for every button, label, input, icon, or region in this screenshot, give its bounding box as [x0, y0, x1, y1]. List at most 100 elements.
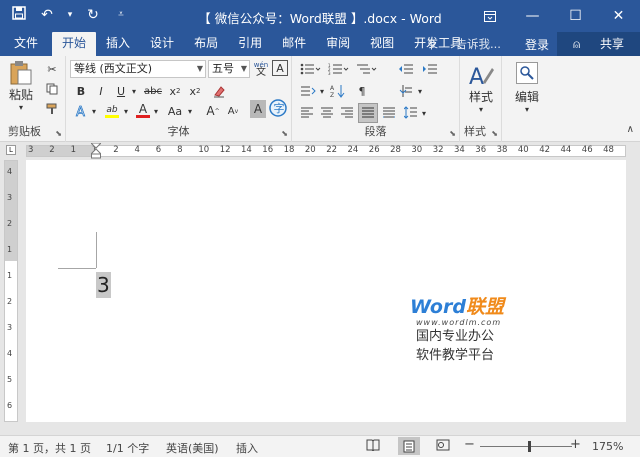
font-size-combo[interactable]: 五号 ▼ — [208, 60, 250, 78]
ruler-number: 6 — [155, 145, 162, 155]
tab-design[interactable]: 设计 — [140, 32, 184, 56]
decrease-indent-icon[interactable] — [396, 60, 416, 78]
collapse-ribbon-icon[interactable]: ∧ — [627, 124, 634, 135]
line-spacing-dropdown-icon[interactable]: ▾ — [420, 104, 428, 122]
tab-home[interactable]: 开始 — [52, 32, 97, 56]
selected-text[interactable]: 3 — [96, 272, 111, 298]
insert-mode[interactable]: 插入 — [236, 440, 258, 456]
ruler-number: 8 — [177, 145, 183, 155]
document-page[interactable] — [26, 160, 626, 422]
subscript-button[interactable]: x2 — [166, 82, 184, 100]
svg-text:A: A — [469, 65, 484, 88]
page-count[interactable]: 第 1 页，共 1 页 — [8, 440, 91, 456]
tab-layout[interactable]: 布局 — [184, 32, 228, 56]
svg-text:A: A — [330, 85, 335, 92]
paste-label: 粘贴 — [8, 88, 33, 102]
font-launcher-icon[interactable]: ⬊ — [281, 129, 288, 138]
underline-button[interactable]: U — [112, 82, 130, 100]
italic-button[interactable]: I — [92, 82, 110, 100]
tab-view[interactable]: 视图 — [360, 32, 404, 56]
sort-icon[interactable]: AZ — [328, 82, 348, 100]
increase-indent-icon[interactable] — [420, 60, 440, 78]
bold-button[interactable]: B — [72, 82, 90, 100]
bullets-icon[interactable] — [298, 60, 324, 78]
ruler-number: 12 — [219, 145, 231, 155]
text-effects-icon[interactable]: A — [72, 102, 90, 120]
ruler-numbers: 3211246810121416182022242628303234363840… — [26, 144, 626, 158]
asian-line-break-icon[interactable] — [396, 82, 416, 100]
highlight-dropdown-icon[interactable]: ▾ — [122, 102, 130, 120]
ribbon-display-icon[interactable] — [468, 0, 511, 32]
styles-launcher-icon[interactable]: ⬊ — [491, 129, 498, 138]
align-left-icon[interactable] — [298, 104, 316, 122]
align-center-icon[interactable] — [318, 104, 336, 122]
tab-references[interactable]: 引用 — [228, 32, 272, 56]
numbering-icon[interactable]: 123 — [326, 60, 352, 78]
tell-me-box[interactable]: ♀ 告诉我... — [411, 36, 517, 52]
highlight-color-button[interactable]: ab — [102, 102, 122, 120]
zoom-in-icon[interactable]: + — [570, 437, 581, 452]
align-right-icon[interactable] — [338, 104, 356, 122]
read-mode-icon[interactable] — [366, 439, 380, 454]
chinese-layout-icon[interactable] — [298, 82, 318, 100]
print-layout-icon[interactable] — [398, 437, 420, 455]
show-marks-icon[interactable]: ¶ — [352, 82, 372, 100]
phonetic-guide-button[interactable]: wén 文 — [252, 59, 270, 79]
paragraph-launcher-icon[interactable]: ⬊ — [449, 129, 456, 138]
styles-button[interactable]: A 样式 ▾ — [462, 60, 500, 116]
tab-mailings[interactable]: 邮件 — [272, 32, 316, 56]
maximize-icon[interactable]: ☐ — [554, 0, 597, 32]
clipboard-launcher-icon[interactable]: ⬊ — [55, 129, 62, 138]
superscript-button[interactable]: x2 — [186, 82, 204, 100]
zoom-out-icon[interactable]: − — [464, 437, 475, 452]
distributed-icon[interactable] — [380, 104, 398, 122]
line-spacing-icon[interactable] — [402, 104, 420, 122]
close-icon[interactable]: ✕ — [597, 0, 640, 32]
character-shading-icon[interactable]: A — [250, 100, 266, 118]
zoom-slider-thumb[interactable] — [528, 441, 531, 452]
language-status[interactable]: 英语(美国) — [166, 440, 219, 456]
watermark-brand: Word联盟 — [410, 296, 510, 318]
strikethrough-button[interactable]: abc — [142, 82, 164, 100]
copy-icon[interactable] — [42, 80, 62, 98]
change-case-dropdown-icon[interactable]: ▾ — [186, 102, 194, 120]
word-count[interactable]: 1/1 个字 — [106, 440, 149, 456]
signin-link[interactable]: 登录 — [517, 36, 557, 53]
vertical-ruler[interactable]: 4 3 2 1 1 2 3 4 5 6 — [4, 160, 18, 422]
tab-insert[interactable]: 插入 — [96, 32, 140, 56]
vertical-scrollbar[interactable] — [626, 160, 640, 422]
ruler-number: 42 — [539, 145, 551, 155]
asian-line-break-dropdown-icon[interactable]: ▾ — [416, 82, 424, 100]
font-color-button[interactable]: A — [134, 102, 152, 120]
zoom-slider-track[interactable] — [480, 446, 572, 447]
tab-file[interactable]: 文件 — [0, 32, 52, 56]
clear-formatting-icon[interactable] — [210, 82, 228, 100]
paste-button[interactable]: 粘贴 ▾ — [4, 60, 38, 112]
cut-icon[interactable]: ✂ — [42, 60, 62, 78]
web-layout-icon[interactable] — [436, 439, 450, 454]
character-border-icon[interactable]: A — [272, 60, 288, 76]
zoom-level[interactable]: 175% — [592, 440, 623, 453]
ruler-number: 48 — [603, 145, 614, 155]
indent-marker-icon[interactable] — [89, 142, 103, 159]
enclose-characters-icon[interactable]: 字 — [268, 98, 288, 118]
minimize-icon[interactable]: — — [511, 0, 554, 32]
tab-review[interactable]: 审阅 — [316, 32, 360, 56]
shrink-font-icon[interactable]: Av — [224, 102, 242, 120]
styles-icon: A — [469, 65, 494, 88]
text-effects-dropdown-icon[interactable]: ▾ — [90, 102, 98, 120]
change-case-button[interactable]: Aa — [164, 102, 186, 120]
font-color-dropdown-icon[interactable]: ▾ — [152, 102, 160, 120]
font-name-combo[interactable]: 等线 (西文正文) ▼ — [70, 60, 206, 78]
justify-icon[interactable] — [358, 103, 378, 123]
share-button[interactable]: ⍝ 共享 — [556, 32, 640, 56]
chinese-layout-dropdown-icon[interactable]: ▾ — [318, 82, 326, 100]
tab-selector-icon[interactable]: L — [6, 145, 16, 155]
grow-font-icon[interactable]: A ^ — [204, 102, 222, 120]
ruler-number: 30 — [411, 145, 423, 155]
editing-button[interactable]: 编辑 ▾ — [508, 60, 546, 116]
horizontal-ruler[interactable]: 3211246810121416182022242628303234363840… — [0, 142, 640, 160]
underline-dropdown-icon[interactable]: ▾ — [130, 82, 138, 100]
format-painter-icon[interactable] — [42, 100, 62, 118]
multilevel-list-icon[interactable] — [354, 60, 380, 78]
